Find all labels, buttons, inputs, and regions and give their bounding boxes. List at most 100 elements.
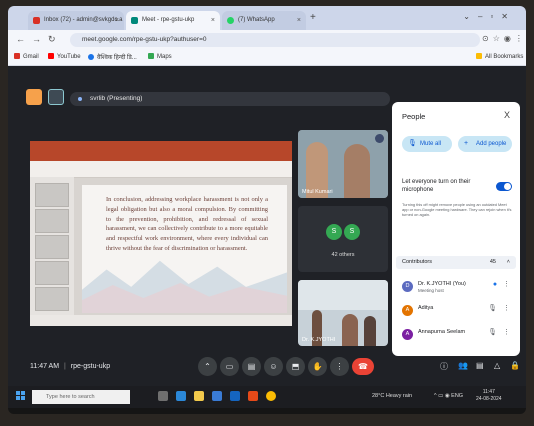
avatar: A [402, 305, 413, 316]
more-options-button[interactable]: ⋮ [330, 357, 349, 376]
participant-row[interactable]: D Dr. K.JYOTHI (You) Meeting host ● ⋮ [402, 278, 512, 298]
windows-start-icon[interactable] [16, 391, 26, 401]
weather-widget[interactable]: 28°C Heavy rain [372, 393, 412, 399]
slide-thumbnail [35, 287, 69, 311]
emoji-button[interactable]: ☺ [264, 357, 283, 376]
contributors-label: Contributors [402, 259, 432, 265]
avatar: A [402, 329, 413, 340]
lock-icon[interactable]: 🔒 [510, 361, 520, 370]
end-call-button[interactable]: ☎ [352, 358, 374, 375]
ppt-ribbon [30, 141, 292, 161]
meet-icon [131, 17, 138, 24]
more-options-icon[interactable]: 🎙 ⋮ [488, 304, 512, 312]
participant-tile[interactable]: Dr. K.JYOTHI [298, 280, 388, 346]
captions-button[interactable]: ▤ [242, 357, 261, 376]
tab-title: Meet - rpe-gstu-ukp [142, 17, 195, 23]
camera-button[interactable]: ▭ [220, 357, 239, 376]
mute-all-button[interactable]: 🎙 Mute all [402, 136, 452, 152]
file-explorer-icon[interactable] [194, 391, 204, 401]
bookmark-hindi[interactable]: वैश्विक हिन्दी डि... [88, 53, 137, 61]
url-input[interactable]: meet.google.com/rpe-gstu-ukp?authuser=0 [70, 33, 480, 47]
back-arrow-icon[interactable]: ← [16, 34, 25, 44]
task-view-icon[interactable] [158, 391, 168, 401]
mic-permission-toggle[interactable] [496, 182, 512, 191]
speaking-indicator-icon [375, 134, 384, 143]
chevron-up-icon: ˄ [506, 259, 510, 265]
forward-arrow-icon[interactable]: → [32, 34, 41, 44]
contributors-header[interactable]: Contributors 45 ˄ [396, 256, 516, 269]
bookmarks-bar: Gmail YouTube वैश्विक हिन्दी डि... Maps … [8, 50, 526, 66]
system-tray[interactable]: ^ ▭ ◉ ENG [434, 393, 463, 399]
tab-title: (7) WhatsApp [238, 17, 275, 23]
participant-tile[interactable]: Mitul Kumari [298, 130, 388, 198]
close-tab-icon[interactable]: × [115, 11, 119, 30]
others-count: 42 others [331, 252, 355, 258]
more-options-icon[interactable]: 🎙 ⋮ [488, 328, 512, 336]
tab-whatsapp[interactable]: (7) WhatsApp × [222, 11, 306, 30]
windows-taskbar: Type here to search 28°C Heavy rain ^ ▭ … [8, 386, 526, 408]
maps-icon [148, 53, 154, 59]
person-figure [364, 316, 376, 346]
participant-row[interactable]: A Annapurna Seelam 🎙 ⋮ [402, 326, 512, 346]
close-panel-button[interactable]: X [504, 110, 510, 120]
gmail-icon [14, 53, 20, 59]
all-bookmarks[interactable]: All Bookmarks [476, 53, 523, 60]
people-icon[interactable]: 👥 [458, 361, 468, 370]
taskbar-clock[interactable]: 11:47 24-08-2024 [476, 389, 502, 403]
bookmark-maps[interactable]: Maps [148, 53, 172, 60]
mic-button[interactable]: ⌃ [198, 357, 217, 376]
tab-gmail[interactable]: Inbox (72) - admin@svkgdc.a × [28, 11, 124, 30]
toggle-knob [504, 183, 511, 190]
info-icon[interactable]: ⓘ [440, 361, 448, 372]
slide-thumbnail [35, 235, 69, 259]
new-tab-button[interactable]: + [310, 12, 316, 23]
add-people-button[interactable]: + Add people [458, 136, 512, 152]
mic-off-icon: 🎙 [408, 140, 417, 147]
participant-name: Aditya [418, 305, 434, 311]
meeting-info: 11:47 AM | rpe-gstu-ukp [30, 363, 111, 370]
search-placeholder: Type here to search [46, 394, 95, 400]
slide-thumbnail [35, 183, 69, 207]
bookmark-youtube[interactable]: YouTube [48, 53, 81, 60]
mic-permission-note: Turning this off might remove people usi… [402, 202, 512, 217]
youtube-icon [48, 53, 54, 59]
avatar: S [326, 224, 342, 240]
participant-name: Annapurna Seelam [418, 329, 466, 335]
tab-title: Inbox (72) - admin@svkgdc.a [44, 17, 123, 23]
more-options-icon[interactable]: ● ⋮ [493, 280, 512, 288]
store-icon[interactable] [212, 391, 222, 401]
activities-icon[interactable]: △ [494, 361, 500, 370]
raise-hand-button[interactable]: ✋ [308, 357, 327, 376]
close-tab-icon[interactable]: × [297, 11, 301, 30]
ppt-toolbar [30, 161, 292, 178]
taskbar-search-input[interactable]: Type here to search [32, 390, 130, 404]
others-tile[interactable]: S S 42 others [298, 206, 388, 272]
mail-icon[interactable] [230, 391, 240, 401]
add-person-icon: + [464, 140, 469, 147]
present-button[interactable]: ⬒ [286, 357, 305, 376]
chat-icon[interactable]: ▤ [476, 361, 484, 370]
powerpoint-icon[interactable] [248, 391, 258, 401]
slide-thumbnails [30, 177, 74, 315]
chrome-icon[interactable] [266, 391, 276, 401]
extension-icons[interactable]: ⊙☆◉⋮ [482, 34, 526, 43]
window-controls[interactable]: ⌄–▫✕ [463, 12, 516, 21]
shared-screen: In conclusion, addressing workplace hara… [30, 141, 292, 326]
language-indicator: ENG [451, 393, 464, 399]
presenter-bar: svrlib (Presenting) [70, 92, 390, 106]
tab-meet[interactable]: Meet - rpe-gstu-ukp × [126, 11, 220, 30]
meet-main: svrlib (Presenting) In conclusion, addre… [8, 66, 526, 386]
avatar: S [344, 224, 360, 240]
presenter-label: svrlib (Presenting) [90, 95, 143, 102]
video-background [298, 280, 388, 310]
reload-icon[interactable]: ↻ [48, 34, 56, 45]
slide-text: In conclusion, addressing workplace hara… [106, 196, 268, 252]
participant-row[interactable]: A Aditya 🎙 ⋮ [402, 302, 512, 322]
layout-control-button[interactable] [48, 89, 64, 105]
close-tab-icon[interactable]: × [211, 11, 215, 30]
address-bar-row: ← → ↻ meet.google.com/rpe-gstu-ukp?authu… [8, 30, 526, 50]
bookmark-gmail[interactable]: Gmail [14, 53, 39, 60]
presentation-control-button[interactable] [26, 89, 42, 105]
edge-icon[interactable] [176, 391, 186, 401]
participant-name: Mitul Kumari [302, 189, 333, 195]
